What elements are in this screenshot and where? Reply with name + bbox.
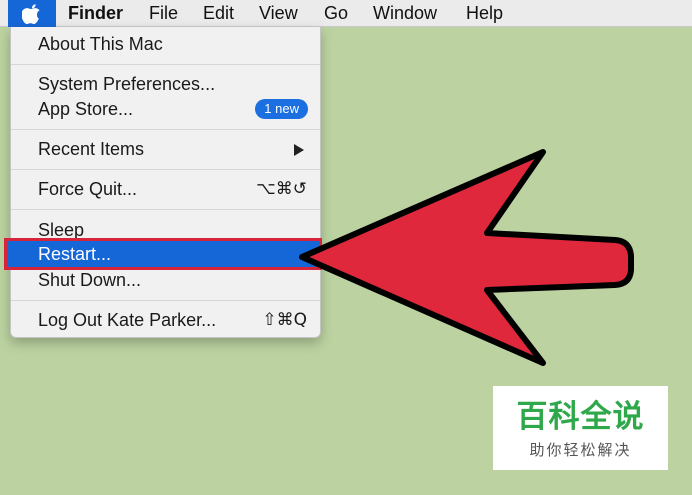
menu-help[interactable]: Help: [466, 3, 503, 23]
app-store-update-badge: 1 new: [255, 99, 308, 119]
apple-logo-icon: [22, 3, 42, 25]
menu-item-label: Shut Down...: [38, 270, 142, 290]
menu-item-label: Restart...: [38, 244, 112, 264]
log-out-shortcut: ⇧⌘Q: [262, 310, 307, 330]
menu-separator: [11, 300, 320, 301]
menu-view[interactable]: View: [259, 3, 298, 23]
menu-item-system-preferences[interactable]: System Preferences...: [11, 72, 320, 96]
menu-separator: [11, 169, 320, 170]
menu-edit[interactable]: Edit: [203, 3, 234, 23]
menu-item-about-this-mac[interactable]: About This Mac: [11, 32, 320, 56]
menu-item-force-quit[interactable]: Force Quit... ⌥⌘↺: [11, 177, 320, 201]
menu-item-label: System Preferences...: [38, 74, 216, 94]
apple-menu-button[interactable]: [8, 0, 56, 27]
menu-separator: [11, 64, 320, 65]
menu-item-label: About This Mac: [38, 34, 163, 54]
menu-separator: [11, 129, 320, 130]
menu-file[interactable]: File: [149, 3, 178, 23]
menu-item-label: Force Quit...: [38, 179, 138, 199]
menu-separator: [11, 209, 320, 210]
menu-item-restart[interactable]: Restart...: [4, 238, 322, 270]
menu-item-log-out[interactable]: Log Out Kate Parker... ⇧⌘Q: [11, 308, 320, 332]
submenu-arrow-icon: [294, 144, 304, 156]
menu-bar: Finder File Edit View Go Window Help: [0, 0, 692, 27]
watermark-logo: 百科全说: [516, 399, 645, 435]
menu-item-recent-items[interactable]: Recent Items: [11, 137, 320, 161]
force-quit-shortcut: ⌥⌘↺: [256, 179, 307, 199]
menu-item-app-store[interactable]: App Store... 1 new: [11, 97, 320, 121]
apple-menu: About This Mac System Preferences... App…: [4, 27, 322, 338]
watermark-subtitle: 助你轻松解决: [529, 441, 632, 459]
menu-item-label: Log Out Kate Parker...: [38, 310, 217, 330]
watermark: 百科全说 助你轻松解决: [493, 386, 668, 470]
menu-item-label: Recent Items: [38, 139, 145, 159]
menu-item-label: App Store...: [38, 99, 134, 119]
menu-item-label: Sleep: [38, 220, 85, 240]
menu-item-shut-down[interactable]: Shut Down...: [11, 268, 320, 292]
menu-window[interactable]: Window: [373, 3, 437, 23]
menu-go[interactable]: Go: [324, 3, 348, 23]
menu-finder[interactable]: Finder: [68, 3, 123, 23]
